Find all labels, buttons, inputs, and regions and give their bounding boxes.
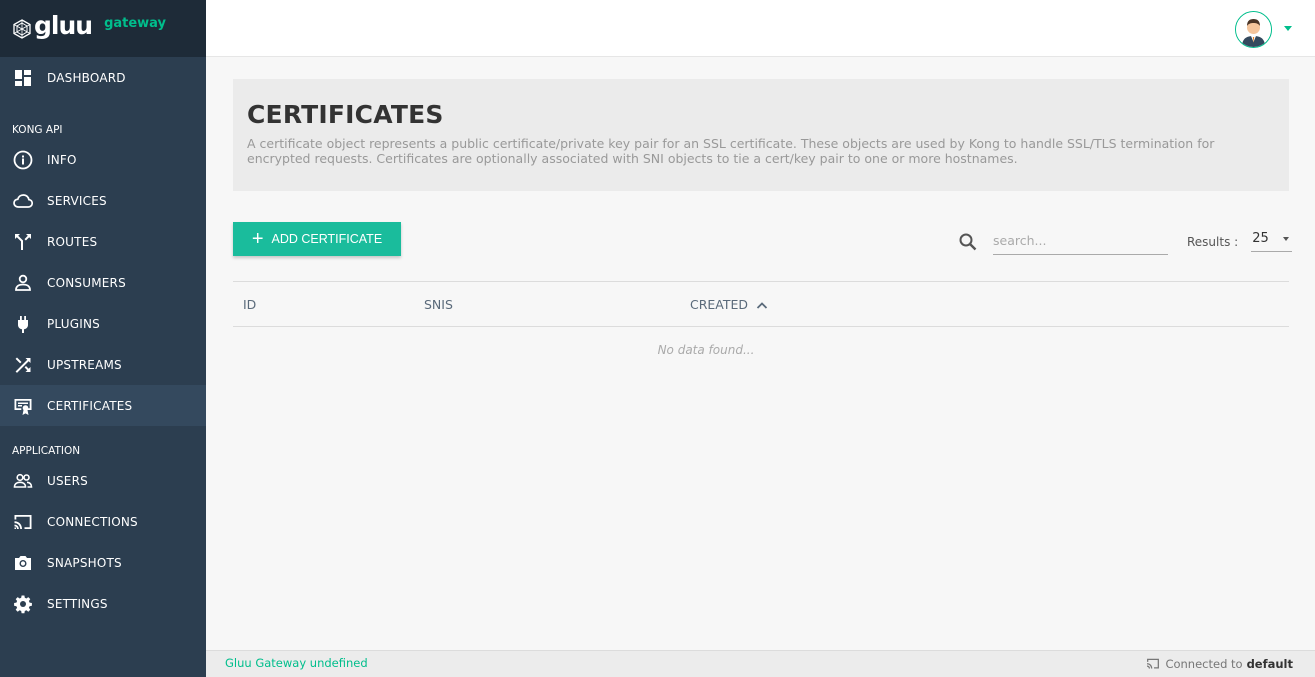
sidebar-item-settings[interactable]: SETTINGS xyxy=(0,583,206,624)
sidebar-item-connections[interactable]: CONNECTIONS xyxy=(0,501,206,542)
sidebar-item-label: ROUTES xyxy=(47,234,98,249)
brand-name: gluu xyxy=(34,11,93,40)
gluu-logo-icon xyxy=(13,18,31,39)
column-header-id[interactable]: ID xyxy=(243,297,256,312)
certificate-icon xyxy=(12,395,34,417)
page-title: CERTIFICATES xyxy=(247,100,444,129)
section-kong-api: KONG API xyxy=(12,124,63,136)
search-input[interactable] xyxy=(993,229,1168,255)
page-description: A certificate object represents a public… xyxy=(247,136,1215,166)
sidebar-item-consumers[interactable]: CONSUMERS xyxy=(0,262,206,303)
kong-nav: INFO SERVICES ROUTES CONSUMERS PLUGINS U… xyxy=(0,139,206,426)
avatar-dropdown-caret[interactable] xyxy=(1284,26,1292,31)
avatar-icon xyxy=(1236,12,1271,47)
person-icon xyxy=(12,272,34,294)
sidebar-item-users[interactable]: USERS xyxy=(0,460,206,501)
gear-icon xyxy=(12,593,34,615)
user-avatar[interactable] xyxy=(1235,11,1272,48)
sidebar-item-dashboard[interactable]: DASHBOARD xyxy=(0,57,206,98)
sidebar-item-label: SNAPSHOTS xyxy=(47,555,122,570)
brand-sub: gateway xyxy=(104,16,167,31)
results-value: 25 xyxy=(1252,231,1269,246)
column-header-created[interactable]: CREATED xyxy=(690,297,768,312)
sidebar-item-label: SERVICES xyxy=(47,193,107,208)
sidebar: gluu gateway DASHBOARD KONG API INFO SER… xyxy=(0,0,206,677)
cast-icon xyxy=(12,511,34,533)
column-header-created-label: CREATED xyxy=(690,297,749,312)
shuffle-icon xyxy=(12,354,34,376)
add-certificate-label: ADD CERTIFICATE xyxy=(271,232,383,246)
chevron-down-icon xyxy=(1283,237,1290,241)
sidebar-item-snapshots[interactable]: SNAPSHOTS xyxy=(0,542,206,583)
sidebar-item-label: DASHBOARD xyxy=(47,70,126,85)
results-per-page: Results : 25 xyxy=(1187,231,1293,252)
connected-prefix: Connected to xyxy=(1165,657,1243,671)
sidebar-item-label: UPSTREAMS xyxy=(47,357,122,372)
connected-name: default xyxy=(1246,657,1293,671)
sidebar-item-certificates[interactable]: CERTIFICATES xyxy=(0,385,206,426)
sidebar-item-routes[interactable]: ROUTES xyxy=(0,221,206,262)
camera-icon xyxy=(12,552,34,574)
empty-table-message: No data found... xyxy=(657,343,755,357)
sort-ascending-icon xyxy=(756,301,768,309)
plug-icon xyxy=(12,313,34,335)
sidebar-item-label: INFO xyxy=(47,152,77,167)
brand-logo[interactable]: gluu gateway xyxy=(0,0,206,57)
results-label: Results : xyxy=(1187,234,1239,249)
sidebar-nav: DASHBOARD xyxy=(0,57,206,98)
add-certificate-button[interactable]: + ADD CERTIFICATE xyxy=(233,222,401,256)
sidebar-item-upstreams[interactable]: UPSTREAMS xyxy=(0,344,206,385)
page-header: CERTIFICATES A certificate object repres… xyxy=(233,79,1289,191)
topbar xyxy=(206,0,1315,57)
sidebar-item-label: SETTINGS xyxy=(47,596,108,611)
sidebar-item-label: CONSUMERS xyxy=(47,275,126,290)
info-icon xyxy=(12,149,34,171)
table-header: ID SNIS CREATED xyxy=(233,281,1289,327)
plus-icon: + xyxy=(251,228,264,250)
footer-version: Gluu Gateway undefined xyxy=(225,656,368,670)
search-box xyxy=(958,229,1168,255)
sidebar-item-label: CERTIFICATES xyxy=(47,398,133,413)
sidebar-item-info[interactable]: INFO xyxy=(0,139,206,180)
search-icon[interactable] xyxy=(958,232,978,252)
app-nav: USERS CONNECTIONS SNAPSHOTS SETTINGS xyxy=(0,460,206,624)
users-icon xyxy=(12,470,34,492)
sidebar-item-label: CONNECTIONS xyxy=(47,514,138,529)
section-application: APPLICATION xyxy=(12,445,81,457)
sidebar-item-services[interactable]: SERVICES xyxy=(0,180,206,221)
results-select[interactable]: 25 xyxy=(1251,231,1293,252)
column-header-snis[interactable]: SNIS xyxy=(424,297,453,312)
cloud-icon xyxy=(12,190,34,212)
dashboard-icon xyxy=(12,67,34,89)
sidebar-item-label: PLUGINS xyxy=(47,316,100,331)
footer: Gluu Gateway undefined Connected to defa… xyxy=(206,650,1315,677)
main-content: CERTIFICATES A certificate object repres… xyxy=(206,57,1315,650)
sidebar-item-plugins[interactable]: PLUGINS xyxy=(0,303,206,344)
certificates-table: ID SNIS CREATED No data found... xyxy=(233,281,1289,357)
sidebar-item-label: USERS xyxy=(47,473,88,488)
cast-icon xyxy=(1147,658,1160,669)
footer-connection: Connected to default xyxy=(1146,657,1293,671)
routes-icon xyxy=(12,231,34,253)
